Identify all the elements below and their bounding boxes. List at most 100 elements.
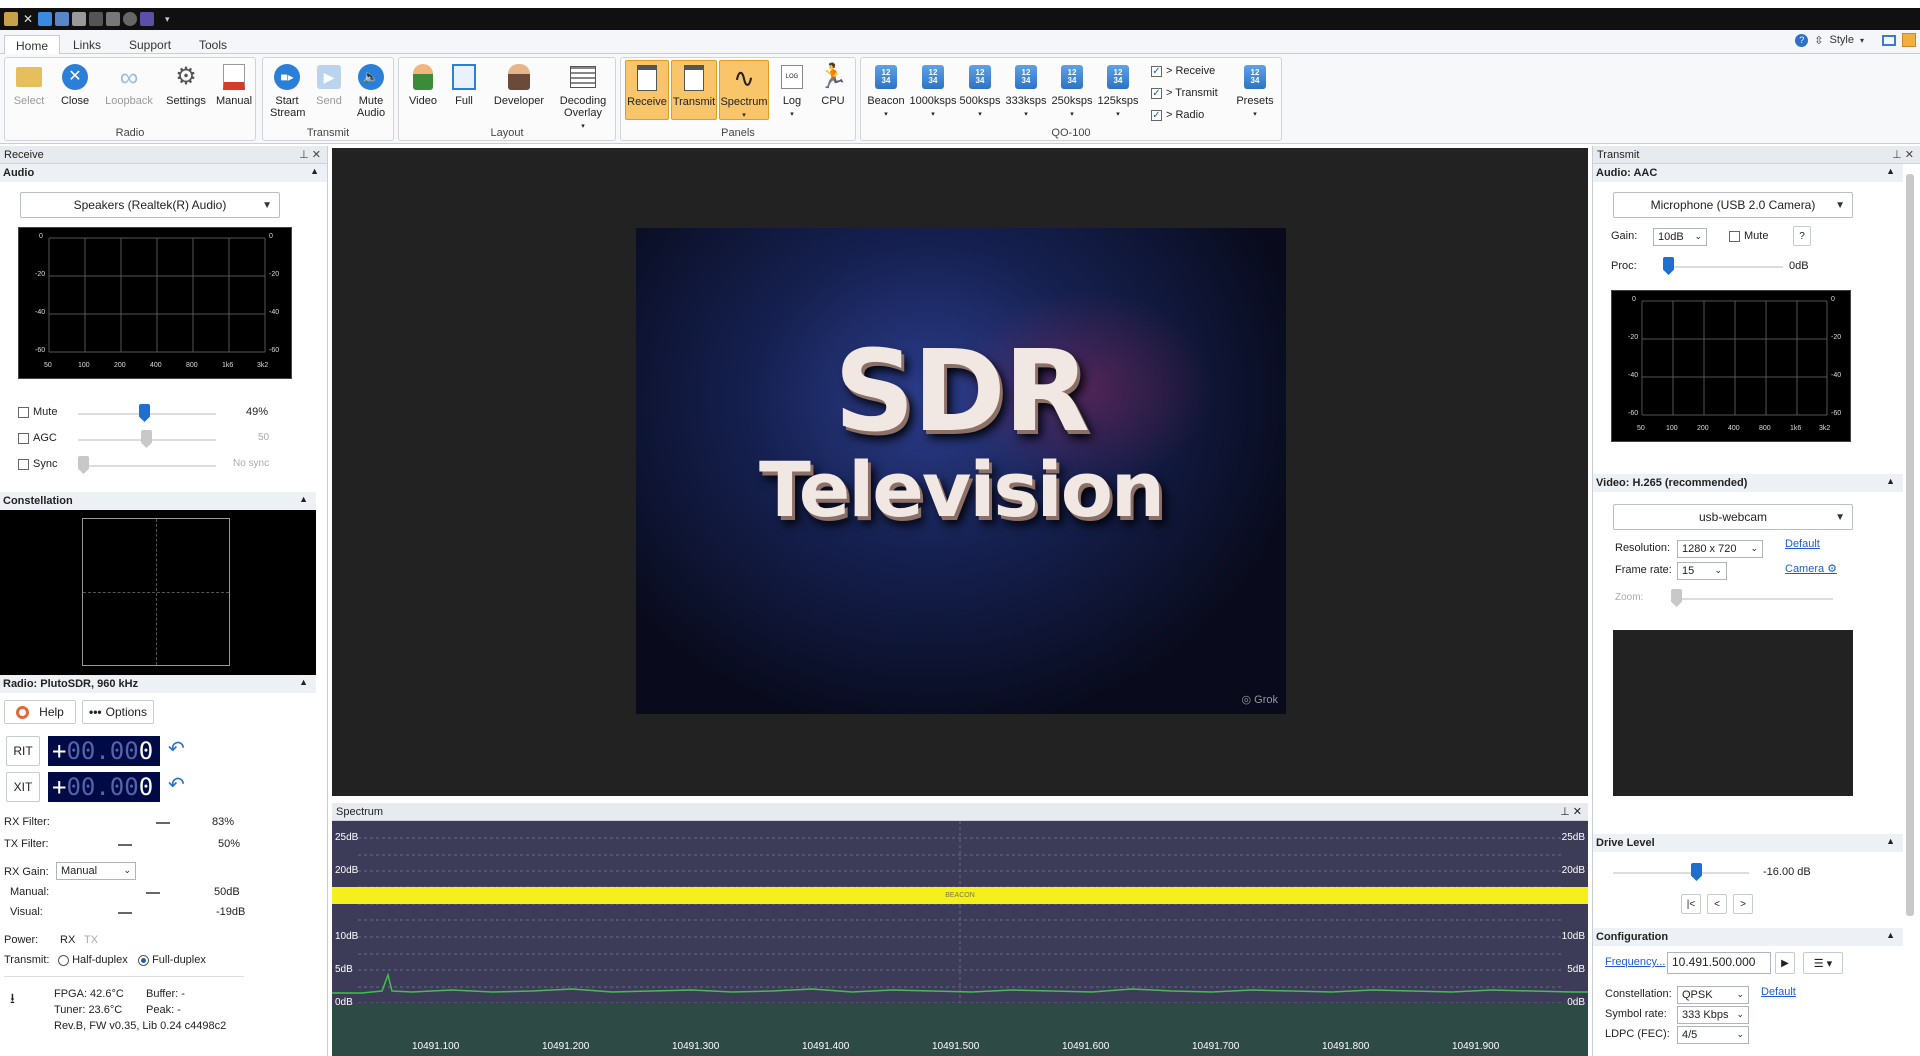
tx-video-section-header[interactable]: Video: H.265 (recommended) ▲ bbox=[1593, 474, 1903, 492]
collapse-icon[interactable]: ▲ bbox=[1886, 836, 1895, 846]
close-icon[interactable]: ✕ bbox=[21, 12, 35, 26]
collapse-icon[interactable]: ▲ bbox=[1886, 166, 1895, 176]
frequency-link[interactable]: Frequency... bbox=[1605, 956, 1665, 968]
zoom-slider[interactable] bbox=[1671, 598, 1833, 600]
nav-next-button[interactable]: > bbox=[1733, 894, 1753, 914]
xit-display[interactable]: +00.00 0 bbox=[48, 772, 160, 802]
radio-section-header[interactable]: Radio: PlutoSDR, 960 kHz ▲ bbox=[0, 675, 316, 693]
log-button[interactable]: LOG Log ▾ bbox=[775, 60, 809, 121]
spectrum-icon[interactable] bbox=[140, 12, 154, 26]
cpu-button[interactable]: 🏃 CPU bbox=[815, 60, 851, 108]
customize-dropdown-icon[interactable]: ▾ bbox=[165, 14, 170, 25]
style-label[interactable]: Style bbox=[1830, 34, 1854, 46]
500ksps-button[interactable]: 12 34 500ksps ▾ bbox=[957, 60, 1003, 121]
config-default-link[interactable]: Default bbox=[1761, 986, 1796, 998]
ldpc-select[interactable]: 4/5 ⌄ bbox=[1677, 1026, 1749, 1044]
sync-check[interactable]: Sync bbox=[18, 458, 57, 470]
play-icon[interactable]: ▶ bbox=[1775, 952, 1795, 974]
tx-audio-section-header[interactable]: Audio: AAC ▲ bbox=[1593, 164, 1903, 182]
visual-slider[interactable] bbox=[118, 912, 132, 914]
document-icon[interactable] bbox=[72, 12, 86, 26]
check-radio[interactable]: ✓ > Radio bbox=[1151, 109, 1204, 121]
sync-slider[interactable] bbox=[78, 465, 216, 467]
power-rx[interactable]: RX bbox=[60, 934, 75, 946]
theme-icon[interactable]: ⇳ bbox=[1814, 34, 1823, 47]
stream-icon[interactable] bbox=[38, 12, 52, 26]
send-button[interactable]: ▶ Send bbox=[309, 60, 349, 107]
rit-button[interactable]: RIT bbox=[6, 736, 40, 766]
resolution-select[interactable]: 1280 x 720 ⌄ bbox=[1677, 540, 1763, 558]
tab-links[interactable]: Links bbox=[62, 35, 112, 54]
rit-display[interactable]: +00.00 0 bbox=[48, 736, 160, 766]
333ksps-button[interactable]: 12 34 333ksps ▾ bbox=[1003, 60, 1049, 121]
mute-check[interactable]: Mute bbox=[18, 406, 57, 418]
tab-home[interactable]: Home bbox=[4, 35, 61, 54]
close-button[interactable]: ✕ Close bbox=[55, 60, 95, 107]
transmit-scrollbar[interactable] bbox=[1906, 174, 1914, 916]
start-stream-button[interactable]: ■▸ Start Stream bbox=[267, 60, 307, 119]
1000ksps-button[interactable]: 12 34 1000ksps ▾ bbox=[909, 60, 957, 121]
half-duplex-radio[interactable] bbox=[58, 954, 69, 966]
drive-level-section-header[interactable]: Drive Level ▲ bbox=[1593, 834, 1903, 852]
checkbox-radio[interactable]: ✓ bbox=[1151, 109, 1162, 121]
tx-help-button[interactable]: ? bbox=[1793, 226, 1811, 246]
presets-button[interactable]: 12 34 Presets ▾ bbox=[1233, 60, 1277, 121]
panel-spectrum-button[interactable]: ∿ Spectrum ▾ bbox=[719, 60, 769, 120]
style-dropdown-icon[interactable]: ▾ bbox=[1860, 36, 1864, 45]
loopback-button[interactable]: ∞ Loopback bbox=[101, 60, 157, 107]
download-icon[interactable]: ⭳ bbox=[10, 988, 15, 1012]
agc-checkbox[interactable] bbox=[18, 432, 29, 444]
window-restore-icon[interactable] bbox=[1882, 34, 1896, 46]
mute-audio-button[interactable]: 🔈 Mute Audio bbox=[351, 60, 391, 119]
volume-slider-thumb[interactable] bbox=[139, 404, 150, 422]
drive-level-slider[interactable] bbox=[1613, 872, 1749, 874]
tab-support[interactable]: Support bbox=[118, 35, 182, 54]
xit-button[interactable]: XIT bbox=[6, 772, 40, 802]
camera-icon[interactable] bbox=[106, 12, 120, 26]
full-duplex-radio[interactable] bbox=[138, 954, 149, 966]
panel-receive-button[interactable]: Receive bbox=[625, 60, 669, 120]
rit-reset-icon[interactable]: ↶ bbox=[168, 736, 185, 761]
agc-check[interactable]: AGC bbox=[18, 432, 57, 444]
full-duplex-option[interactable]: Full-duplex bbox=[138, 954, 206, 966]
tx-constellation-select[interactable]: QPSK ⌄ bbox=[1677, 986, 1749, 1004]
beacon-band[interactable]: BEACON bbox=[332, 887, 1588, 904]
checkbox-receive[interactable]: ✓ bbox=[1151, 65, 1162, 77]
tab-tools[interactable]: Tools bbox=[188, 35, 238, 54]
mute-checkbox[interactable] bbox=[18, 406, 29, 418]
drive-level-slider-thumb[interactable] bbox=[1691, 863, 1702, 881]
window-max-icon[interactable] bbox=[1902, 33, 1916, 47]
menu-dropdown[interactable]: ☰ ▾ bbox=[1803, 952, 1843, 974]
125ksps-button[interactable]: 12 34 125ksps ▾ bbox=[1095, 60, 1141, 121]
panel-transmit-button[interactable]: Transmit bbox=[671, 60, 717, 120]
manual-gain-slider[interactable] bbox=[146, 892, 160, 894]
microphone-select[interactable]: Microphone (USB 2.0 Camera) ▼ bbox=[1613, 192, 1853, 218]
options-button[interactable]: ••• Options bbox=[82, 700, 154, 724]
beacon-button[interactable]: 12 34 Beacon ▾ bbox=[865, 60, 907, 121]
sync-checkbox[interactable] bbox=[18, 458, 29, 470]
symbol-rate-select[interactable]: 333 Kbps ⌄ bbox=[1677, 1006, 1749, 1024]
output-device-select[interactable]: Speakers (Realtek(R) Audio) ▼ bbox=[20, 192, 280, 218]
zoom-slider-thumb[interactable] bbox=[1671, 589, 1682, 607]
sync-slider-thumb[interactable] bbox=[78, 456, 89, 474]
default-link[interactable]: Default bbox=[1785, 538, 1820, 550]
gear-icon[interactable] bbox=[123, 12, 137, 26]
collapse-icon[interactable]: ▲ bbox=[299, 677, 308, 687]
tx-filter-slider[interactable] bbox=[118, 844, 132, 846]
camera-select[interactable]: usb-webcam ▼ bbox=[1613, 504, 1853, 530]
half-duplex-option[interactable]: Half-duplex bbox=[58, 954, 128, 966]
camera-settings-link[interactable]: Camera ⚙ bbox=[1785, 562, 1837, 575]
settings-button[interactable]: ⚙ Settings bbox=[163, 60, 209, 108]
framerate-select[interactable]: 15 ⌄ bbox=[1677, 562, 1727, 580]
proc-slider[interactable] bbox=[1663, 266, 1783, 268]
xit-reset-icon[interactable]: ↶ bbox=[168, 772, 185, 797]
frequency-input[interactable]: 10.491.500.000 bbox=[1667, 952, 1771, 974]
nav-first-button[interactable]: |< bbox=[1681, 894, 1701, 914]
nav-prev-button[interactable]: < bbox=[1707, 894, 1727, 914]
250ksps-button[interactable]: 12 34 250ksps ▾ bbox=[1049, 60, 1095, 121]
check-transmit[interactable]: ✓ > Transmit bbox=[1151, 87, 1218, 99]
tx-mute-checkbox[interactable] bbox=[1729, 230, 1740, 242]
agc-slider-thumb[interactable] bbox=[141, 430, 152, 448]
decoding-overlay-button[interactable]: Decoding Overlay ▾ bbox=[553, 60, 613, 133]
full-button[interactable]: Full bbox=[445, 60, 483, 107]
